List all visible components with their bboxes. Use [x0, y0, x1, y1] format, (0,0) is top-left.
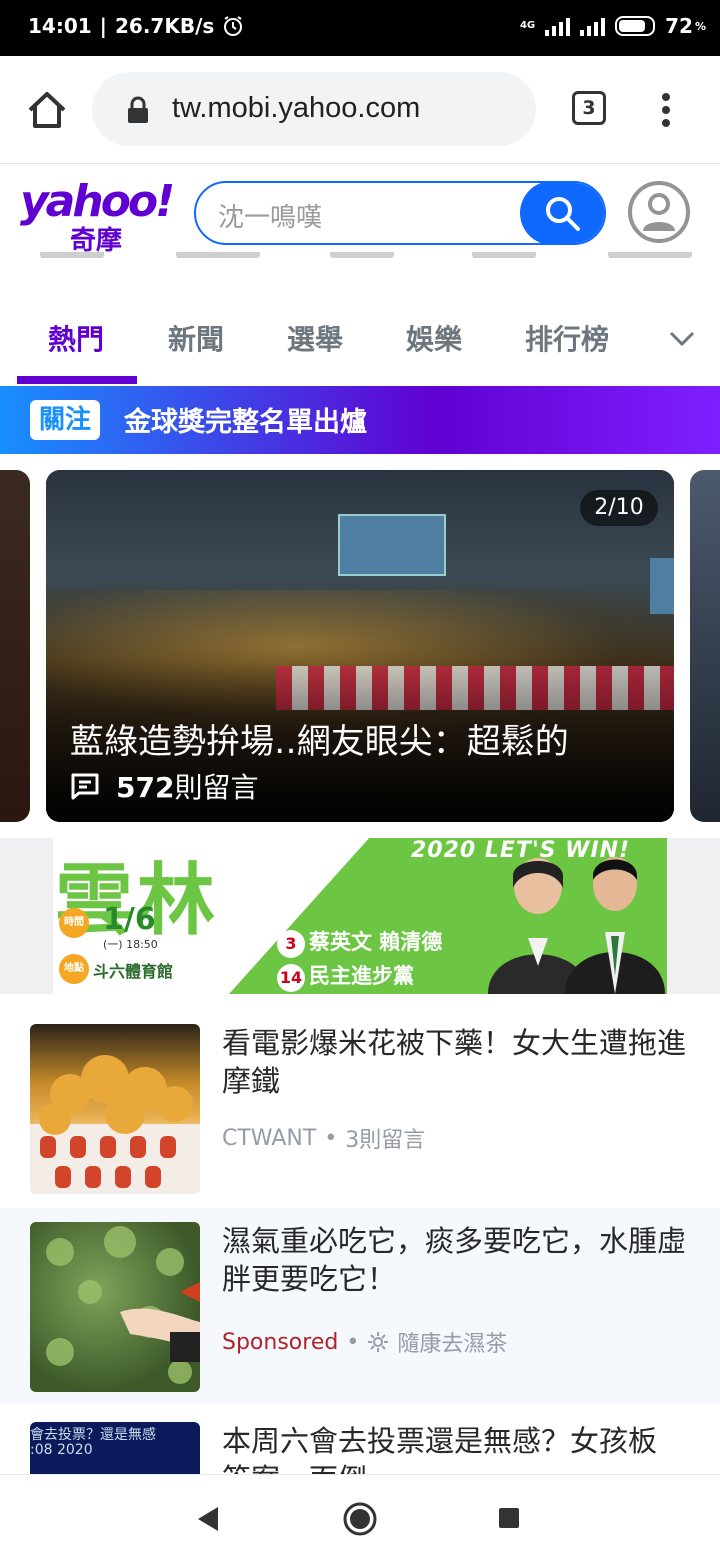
status-separator: | [99, 14, 107, 38]
advertiser-name[interactable]: 隨康去濕茶 [397, 1326, 507, 1358]
home-nav-icon[interactable] [342, 1501, 378, 1537]
comment-icon [71, 773, 99, 800]
url-text: tw.mobi.yahoo.com [172, 92, 421, 124]
status-bar: 14:01 | 26.7KB/s 4G 72 % [0, 0, 720, 56]
ad-venue-label: 地點 [59, 954, 89, 984]
ad-line1: 3 蔡英文 賴清德 [277, 926, 442, 958]
chevron-down-icon[interactable] [668, 330, 696, 348]
sponsored-label: Sponsored [222, 1329, 339, 1355]
battery-level: 72 [665, 14, 693, 38]
herb-image [46, 1226, 200, 1384]
yahoo-logo[interactable]: yahoo! 奇摩 [20, 176, 175, 257]
tab-hot[interactable]: 熱門 [48, 318, 104, 358]
search-input[interactable]: 沈一鳴嘆 [218, 197, 322, 234]
focus-badge: 關注 [30, 400, 100, 440]
tab-election[interactable]: 選舉 [287, 318, 343, 358]
ad-container: 雲林 2020 LET'S WIN! 時間 1/6 (一) 18:50 地點 斗… [0, 838, 720, 994]
card-title[interactable]: 藍綠造勢拚場‥網友眼尖：超鬆的 [70, 714, 569, 763]
news-thumbnail [30, 1024, 200, 1194]
ad-line2: 14 民主進步黨 [277, 960, 414, 992]
address-bar[interactable]: tw.mobi.yahoo.com [92, 72, 536, 146]
news-meta: CTWANT • 3則留言 [222, 1122, 425, 1154]
carousel-card-prev[interactable] [0, 470, 30, 822]
ad-venue: 斗六體育館 [93, 962, 174, 981]
user-icon [643, 193, 675, 231]
popcorn-image [30, 1055, 200, 1194]
card-image-screen-2 [650, 558, 674, 614]
search-box[interactable]: 沈一鳴嘆 [194, 181, 606, 245]
battery-unit: % [694, 19, 706, 33]
comment-suffix: 則留言 [174, 771, 259, 804]
category-tabs: 熱門 新聞 選舉 娛樂 排行榜 [0, 298, 720, 386]
news-thumbnail: 會去投票？還是無感 :08 2020 [30, 1422, 200, 1474]
ad-party: 民主進步黨 [309, 964, 414, 988]
hidden-nav-item [330, 252, 394, 258]
focus-headline[interactable]: 金球獎完整名單出爐 [124, 400, 367, 439]
slide-counter: 2/10 [580, 490, 658, 526]
news-title[interactable]: 濕氣重必吃它，痰多要吃它，水腫虛胖更要吃它！ [222, 1222, 692, 1298]
news-title[interactable]: 本周六會去投票還是無感？女孩板 [222, 1422, 692, 1460]
news-source[interactable]: CTWANT [222, 1126, 316, 1151]
candidate-photo-2 [565, 857, 665, 994]
hidden-nav-item [608, 252, 692, 258]
hidden-nav-item [176, 252, 260, 258]
tab-switcher-button[interactable]: 3 [572, 91, 606, 125]
news-thumbnail [30, 1222, 200, 1392]
tab-rankings[interactable]: 排行榜 [525, 318, 609, 358]
thumb-date: :08 2020 [30, 1442, 93, 1458]
network-speed: 26.7KB/s [114, 14, 215, 38]
card-comments[interactable]: 572則留言 [70, 766, 258, 806]
network-type: 4G [519, 20, 536, 31]
browser-toolbar: tw.mobi.yahoo.com 3 [0, 56, 720, 164]
battery-icon [615, 16, 656, 36]
hidden-nav-item [40, 252, 104, 258]
card-image-screen [338, 514, 446, 576]
tab-entertainment[interactable]: 娛樂 [406, 318, 462, 358]
recents-icon[interactable] [498, 1507, 520, 1529]
news-title-block[interactable]: 本周六會去投票還是無感？女孩板 答案一面倒 [222, 1422, 692, 1474]
signal-icon-2 [580, 16, 606, 36]
thumb-caption: 會去投票？還是無感 [30, 1427, 156, 1443]
ad-number-2: 14 [277, 964, 305, 992]
news-title-cut[interactable]: 答案一面倒 [222, 1460, 692, 1474]
ad-date: 1/6 [103, 902, 156, 937]
menu-icon[interactable] [660, 92, 672, 128]
active-tab-indicator [17, 376, 137, 384]
focus-banner[interactable]: 關注 金球獎完整名單出爐 [0, 386, 720, 454]
system-navigation-bar [0, 1474, 720, 1560]
comment-count: 572 [116, 771, 175, 804]
ad-time: (一) 18:50 [103, 938, 158, 951]
ad-time-label: 時間 [59, 908, 89, 938]
hidden-nav-item [472, 252, 536, 258]
meta-separator: • [324, 1125, 338, 1151]
news-comments[interactable]: 3則留言 [345, 1122, 425, 1154]
list-item[interactable]: 看電影爆米花被下藥！女大生遭拖進摩鐵 CTWANT • 3則留言 [0, 1008, 720, 1202]
meta-separator: • [346, 1329, 360, 1355]
list-item[interactable]: 會去投票？還是無感 :08 2020 本周六會去投票還是無感？女孩板 答案一面倒 [0, 1408, 720, 1474]
logo-text: yahoo! [20, 176, 175, 227]
status-time: 14:01 [28, 14, 92, 38]
home-icon[interactable] [26, 90, 68, 130]
tab-news[interactable]: 新聞 [168, 318, 224, 358]
back-icon[interactable] [196, 1505, 220, 1533]
ad-candidates: 蔡英文 賴清德 [309, 930, 443, 954]
news-carousel[interactable]: 2/10 藍綠造勢拚場‥網友眼尖：超鬆的 572則留言 [0, 470, 720, 824]
search-button[interactable] [520, 183, 604, 243]
advertiser-icon [368, 1332, 389, 1352]
news-title[interactable]: 看電影爆米花被下藥！女大生遭拖進摩鐵 [222, 1024, 692, 1100]
carousel-card-next[interactable] [690, 470, 720, 822]
profile-avatar-button[interactable] [628, 181, 690, 243]
sponsored-list-item[interactable]: 濕氣重必吃它，痰多要吃它，水腫虛胖更要吃它！ Sponsored • 隨康去濕茶 [0, 1208, 720, 1404]
signal-icon [545, 16, 571, 36]
search-icon [546, 197, 580, 231]
lock-icon [128, 96, 148, 123]
scrolled-nav-row [0, 252, 720, 274]
alarm-icon [224, 16, 243, 36]
ad-number: 3 [277, 930, 305, 958]
carousel-card[interactable]: 2/10 藍綠造勢拚場‥網友眼尖：超鬆的 572則留言 [46, 470, 674, 822]
news-meta: Sponsored • 隨康去濕茶 [222, 1326, 507, 1358]
campaign-ad-banner[interactable]: 雲林 2020 LET'S WIN! 時間 1/6 (一) 18:50 地點 斗… [53, 838, 667, 994]
